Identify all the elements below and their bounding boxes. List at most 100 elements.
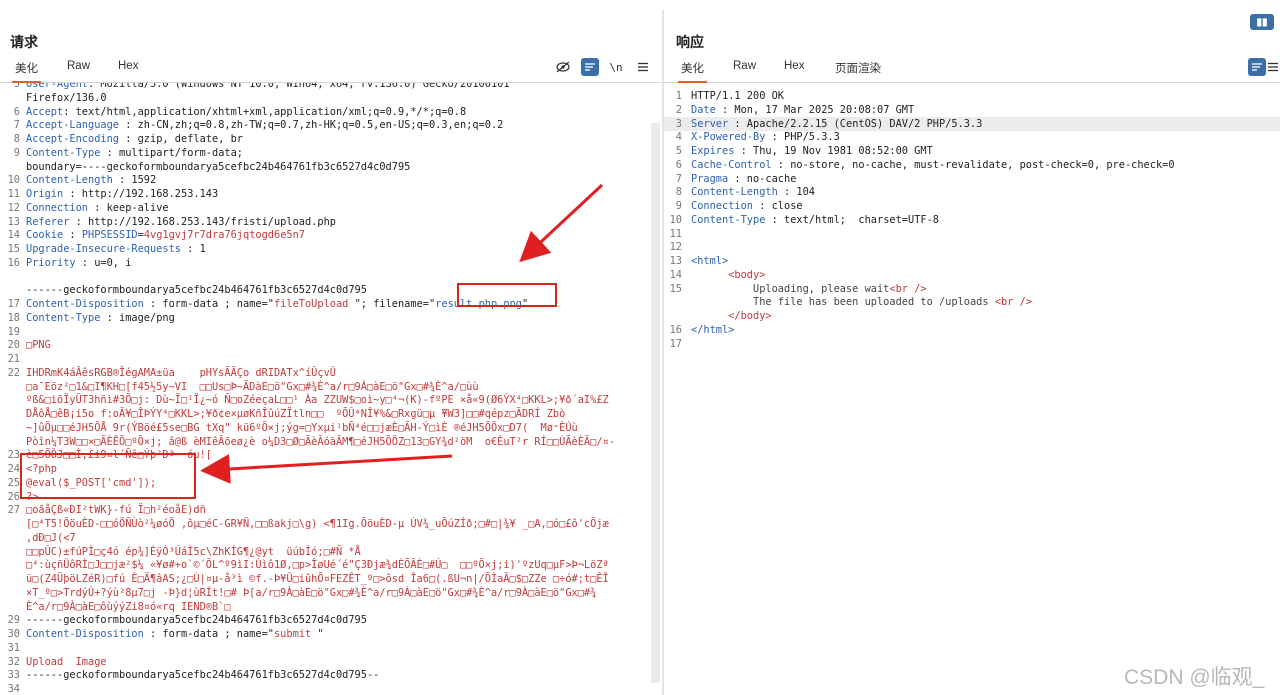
request-line[interactable]: □□pÛC)±fúPÌ□ç4ó ép¾]ÉÿÒ³ÚáÌ5c\ZhKÍG¶¿@yt… [0,545,662,559]
request-line-text: Referer : http://192.168.253.143/fristi/… [26,215,336,228]
pretty-format-icon[interactable] [581,58,599,76]
request-scrollbar[interactable] [651,123,660,683]
request-line-text: IHDRmK4áÂêsRGB®ÎégAMA±üa pHYsÃÃÇo dRIDAT… [26,366,336,379]
request-line-number: 23 [7,449,20,462]
request-line-text: □PNG [26,339,51,352]
response-line-number: 17 [669,337,682,350]
response-line[interactable]: 16 </html> [664,323,1280,337]
menu-icon[interactable] [634,58,652,76]
response-line[interactable]: 10 Content-Type : text/html; charset=UTF-… [664,213,1280,227]
request-line-number: 11 [7,188,20,200]
request-line[interactable]: 32 Upload Image [0,655,662,669]
response-line-number: 3 [675,117,682,130]
hide-eye-icon[interactable] [554,58,572,76]
request-line[interactable]: Firefox/136.0 [0,91,662,105]
response-line-text: Content-Length : 104 [691,186,815,199]
response-menu-icon[interactable] [1264,58,1280,76]
request-line[interactable]: Pòîn¼T3W□□×□ÃÈÊÕ□ºÕ×j; â@ß èMIêÃõeø¿è o¼… [0,435,662,449]
response-line[interactable]: 1 HTTP/1.1 200 OK [664,89,1280,103]
request-line[interactable]: □⁴:ùçñÛôRÌ□J□□jæ²$¼ «¥ø#+o`©´ÕL^º9ìI:Ùìô… [0,558,662,572]
request-tab-hex[interactable]: Hex [115,58,141,77]
response-line[interactable]: 8 Content-Length : 104 [664,185,1280,199]
request-line[interactable]: ü□(Z4ÜþöLZéR)□fú È□Ä¶âAS;¿□Ù|¤µ-å³ì ©f.-… [0,572,662,586]
request-line[interactable]: DÅôÅ□êB¡i5o f:oÃ¥□ÎÞÝY⁴□KKL>;¥ð¢e×µøKñÎû… [0,407,662,421]
request-line[interactable]: 10 Content-Length : 1592 [0,173,662,187]
request-line-text: Content-Length : 1592 [26,174,157,187]
request-line[interactable]: 15 Upgrade-Insecure-Requests : 1 [0,242,662,256]
request-line[interactable]: 27 □oãåÇß«ÐI²tWK}-fú Ï□h²éoåE)dñ [0,503,662,517]
request-line-number: 19 [7,325,20,338]
response-line-number: 13 [669,255,682,267]
request-line-text: Content-Disposition : form-data ; name="… [26,628,324,640]
request-line[interactable]: 9 Content-Type : multipart/form-data; [0,146,662,160]
response-line[interactable]: 3 Server : Apache/2.2.15 (CentOS) DAV/2 P… [664,116,1280,131]
response-line[interactable]: 15 Uploading, please wait<br /> [664,282,1280,296]
response-line[interactable]: 11 [664,227,1280,241]
request-line[interactable]: [□⁴T5!ÕöuÈD-□□óÕÑÙò²¼øóÕ ,ôµ□éC-GR¥Ñ,□□ß… [0,517,662,531]
response-line[interactable]: 12 [664,240,1280,254]
request-line[interactable]: 31 [0,641,662,655]
request-line[interactable]: 34 [0,682,662,695]
request-line-number: 30 [7,628,20,640]
request-line[interactable]: 6 Accept: text/html,application/xhtml+xml… [0,105,662,119]
newline-toggle-icon[interactable]: \n [607,58,625,76]
response-line[interactable]: 6 Cache-Control : no-store, no-cache, mus… [664,158,1280,172]
response-line-text: </html> [691,323,735,336]
request-line[interactable]: ºß&□iõÏyÜT3hñì#3Õ□j: Dù~Ï□¹Ï¿~ó Ñ□oZéeça… [0,393,662,407]
request-line[interactable]: 11 Origin : http://192.168.253.143 [0,187,662,201]
request-line-number: 16 [7,256,20,269]
response-tab-raw[interactable]: Raw [730,58,759,77]
request-line[interactable]: 33 ------geckoformboundarya5cefbc24b46476… [0,668,662,682]
request-line[interactable]: 13 Referer : http://192.168.253.143/frist… [0,215,662,229]
request-line-text: boundary=----geckoformboundarya5cefbc24b… [26,160,411,173]
response-line[interactable]: 5 Expires : Thu, 19 Nov 1981 08:52:00 GMT [664,144,1280,158]
response-line[interactable]: The file has been uploaded to /uploads <… [664,295,1280,309]
response-line[interactable]: 9 Connection : close [664,199,1280,213]
request-line[interactable]: 21 [0,352,662,366]
response-line-number: 9 [675,200,682,212]
response-line[interactable]: 14 <body> [664,268,1280,282]
request-line[interactable] [0,270,662,284]
request-line[interactable]: □a¯Eöz²□1&□I¶KH□[f45½5y~VI □□Us□Þ~ÃDàE□ö… [0,380,662,394]
layout-toggle-icon[interactable]: ▮▮ [1250,14,1274,30]
response-tab-hex[interactable]: Hex [781,58,807,77]
request-line[interactable]: 30 Content-Disposition : form-data ; name… [0,627,662,641]
response-line[interactable]: </body> [664,309,1280,323]
request-line[interactable]: 18 Content-Type : image/png [0,311,662,325]
request-line[interactable]: 12 Connection : keep-alive [0,201,662,215]
request-line-text: ,dÐ□J(<7 [26,531,76,544]
request-tab-raw[interactable]: Raw [64,58,93,77]
request-line[interactable]: 20 □PNG [0,338,662,352]
request-line[interactable]: ------geckoformboundarya5cefbc24b464761f… [0,283,662,297]
response-line[interactable]: 13 <html> [664,254,1280,268]
request-line[interactable]: 29 ------geckoformboundarya5cefbc24b46476… [0,613,662,627]
request-line[interactable]: 7 Accept-Language : zh-CN,zh;q=0.8,zh-TW;… [0,118,662,132]
request-line[interactable]: ~]ûÕµ□□éJH5ÕÅ 9r(ÝBöé£5se□BG tXq" kü6ºÕ×… [0,421,662,435]
request-line[interactable]: ×T_º□>TrdýÙ+?ýù²8µ7□j -Þ}d¦ùRÍt!□# Þ[a/r… [0,586,662,600]
request-line[interactable]: boundary=----geckoformboundarya5cefbc24b… [0,160,662,174]
request-line[interactable]: 16 Priority : u=0, i [0,256,662,270]
response-line[interactable]: 2 Date : Mon, 17 Mar 2025 20:08:07 GMT [664,103,1280,117]
response-line[interactable]: 7 Pragma : no-cache [664,172,1280,186]
request-line[interactable]: 17 Content-Disposition : form-data ; name… [0,297,662,311]
response-line[interactable]: 17 [664,337,1280,351]
request-line[interactable]: ,dÐ□J(<7 [0,531,662,545]
request-line-number: 20 [7,339,20,352]
request-line-text: □⁴:ùçñÛôRÌ□J□□jæ²$¼ «¥ø#+o`©´ÕL^º9ìI:Ùìô… [26,559,609,572]
request-line[interactable]: 8 Accept-Encoding : gzip, deflate, br [0,132,662,146]
response-line-text: </body> [728,310,772,322]
response-editor[interactable]: 1 HTTP/1.1 200 OK 2 Date : Mon, 17 Mar 2025… [664,83,1280,695]
request-line-text: □oãåÇß«ÐI²tWK}-fú Ï□h²éoåE)dñ [26,504,206,517]
response-tab-render[interactable]: 页面渲染 [832,58,884,81]
response-tab-pretty[interactable]: 美化 [678,58,707,83]
request-tab-pretty[interactable]: 美化 [12,58,41,83]
request-line-text: Content-Type : image/png [26,311,175,324]
request-editor[interactable]: 5 User-Agent: Mozilla/5.0 (Windows NT 10.… [0,83,662,695]
request-line[interactable]: 19 [0,325,662,339]
request-line[interactable]: 14 Cookie : PHPSESSID=4vg1gvj7r7dra76jqto… [0,228,662,242]
request-line-number: 24 [7,463,20,475]
response-line[interactable]: 4 X-Powered-By : PHP/5.3.3 [664,130,1280,144]
request-line[interactable]: 22 IHDRmK4áÂêsRGB®ÎégAMA±üa pHYsÃÃÇo dRID… [0,366,662,380]
request-line-text: Accept-Encoding : gzip, deflate, br [26,133,243,145]
request-line[interactable]: È^a/r□9À□àE□ôùýýZi8¤ó«rq IEND®B`□ [0,600,662,614]
